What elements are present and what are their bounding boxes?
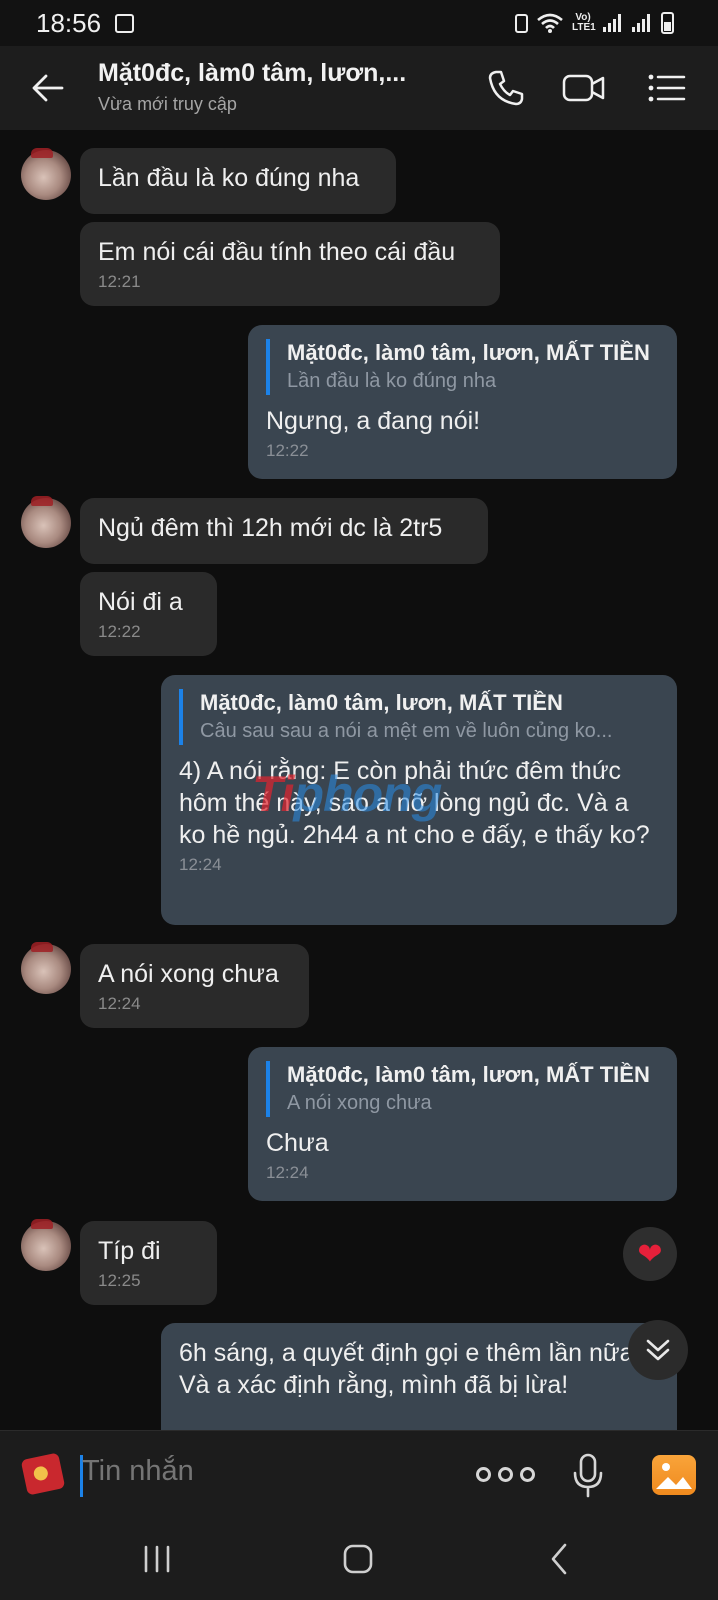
message-bubble-incoming[interactable]: Em nói cái đầu tính theo cái đầu 12:21 xyxy=(80,222,500,306)
sticker-icon[interactable] xyxy=(20,1452,66,1496)
message-text: Ngưng, a đang nói! xyxy=(266,407,481,435)
quote-text: A nói xong chưa xyxy=(287,1092,432,1114)
heart-reaction-icon[interactable]: ❤ xyxy=(623,1227,677,1281)
back-icon[interactable] xyxy=(535,1536,585,1582)
message-time: 12:25 xyxy=(98,1271,141,1290)
reply-quote[interactable]: Mặt0đc, làm0 tâm, lươn, MẤT TIỀN Lần đầu… xyxy=(266,339,659,395)
network-type-label: Vo) LTE1 xyxy=(572,12,596,33)
message-bubble-incoming[interactable]: A nói xong chưa 12:24 xyxy=(80,944,309,1028)
chat-header: Mặt0đc, làm0 tâm, lươn,... Vừa mới truy … xyxy=(0,46,718,130)
quote-sender: Mặt0đc, làm0 tâm, lươn, MẤT TIỀN xyxy=(287,340,650,365)
signal-icon xyxy=(603,14,623,32)
more-options-icon[interactable] xyxy=(476,1467,535,1482)
quote-text: Lần đầu là ko đúng nha xyxy=(287,370,497,392)
last-seen-status: Vừa mới truy cập xyxy=(98,94,237,114)
avatar[interactable] xyxy=(21,148,71,200)
quote-sender: Mặt0đc, làm0 tâm, lươn, MẤT TIỀN xyxy=(200,690,563,715)
message-time: 12:22 xyxy=(98,622,141,641)
image-notification-icon xyxy=(115,14,134,33)
message-bubble-outgoing[interactable]: 6h sáng, a quyết định gọi e thêm lần nữa… xyxy=(161,1323,677,1430)
phone-icon[interactable] xyxy=(484,66,528,110)
message-composer xyxy=(0,1430,718,1518)
message-bubble-incoming[interactable]: Ngủ đêm thì 12h mới dc là 2tr5 xyxy=(80,498,488,564)
message-text: 6h sáng, a quyết định gọi e thêm lần nữa… xyxy=(179,1339,641,1399)
message-time: 12:22 xyxy=(266,441,309,460)
message-time: 12:24 xyxy=(179,855,222,874)
message-bubble-incoming[interactable]: Nói đi a 12:22 xyxy=(80,572,217,656)
signal-icon xyxy=(632,14,652,32)
status-icons: Vo) LTE1 xyxy=(515,10,674,36)
back-arrow-icon[interactable] xyxy=(28,68,68,108)
reply-quote[interactable]: Mặt0đc, làm0 tâm, lươn, MẤT TIỀN Câu sau… xyxy=(179,689,659,745)
quote-sender: Mặt0đc, làm0 tâm, lươn, MẤT TIỀN xyxy=(287,1062,650,1087)
contact-name[interactable]: Mặt0đc, làm0 tâm, lươn,... xyxy=(98,59,458,88)
scroll-to-bottom-button[interactable] xyxy=(628,1320,688,1380)
microphone-icon[interactable] xyxy=(570,1453,606,1499)
reply-quote[interactable]: Mặt0đc, làm0 tâm, lươn, MẤT TIỀN A nói x… xyxy=(266,1061,659,1117)
message-text: Ngủ đêm thì 12h mới dc là 2tr5 xyxy=(98,514,443,542)
status-bar: 18:56 Vo) LTE1 xyxy=(0,0,718,46)
double-chevron-down-icon xyxy=(646,1339,670,1361)
video-call-icon[interactable] xyxy=(562,66,606,110)
battery-icon xyxy=(661,12,674,34)
message-bubble-outgoing[interactable]: Mặt0đc, làm0 tâm, lươn, MẤT TIỀN A nói x… xyxy=(248,1047,677,1201)
message-list[interactable]: Lần đầu là ko đúng nha Em nói cái đầu tí… xyxy=(0,130,718,1430)
avatar[interactable] xyxy=(21,496,71,548)
message-text: Chưa xyxy=(266,1129,329,1157)
wifi-icon xyxy=(537,13,563,33)
system-navigation-bar xyxy=(0,1518,718,1600)
nfc-icon xyxy=(515,13,528,33)
image-glyph-icon xyxy=(656,1463,692,1489)
message-text: Típ đi xyxy=(98,1237,161,1265)
message-bubble-incoming[interactable]: Típ đi 12:25 xyxy=(80,1221,217,1305)
message-text: Nói đi a xyxy=(98,588,183,616)
message-time: 12:21 xyxy=(98,272,141,291)
home-icon[interactable] xyxy=(333,1536,383,1582)
message-time: 12:24 xyxy=(98,994,141,1013)
message-bubble-outgoing[interactable]: Mặt0đc, làm0 tâm, lươn, MẤT TIỀN Lần đầu… xyxy=(248,325,677,479)
avatar[interactable] xyxy=(21,942,71,994)
message-time: 12:24 xyxy=(266,1163,309,1182)
image-gallery-icon[interactable] xyxy=(652,1455,696,1495)
recent-apps-icon[interactable] xyxy=(132,1536,182,1582)
message-text: A nói xong chưa xyxy=(98,960,279,988)
message-input[interactable] xyxy=(82,1455,442,1488)
message-bubble-incoming[interactable]: Lần đầu là ko đúng nha xyxy=(80,148,396,214)
quote-text: Câu sau sau a nói a mệt em về luôn củng … xyxy=(200,720,613,742)
watermark-logo: Tiphong xyxy=(252,766,442,822)
menu-list-icon[interactable] xyxy=(646,66,690,110)
message-text: Lần đầu là ko đúng nha xyxy=(98,164,360,192)
avatar[interactable] xyxy=(21,1219,71,1271)
status-time: 18:56 xyxy=(36,8,102,38)
message-text: Em nói cái đầu tính theo cái đầu xyxy=(98,238,456,266)
